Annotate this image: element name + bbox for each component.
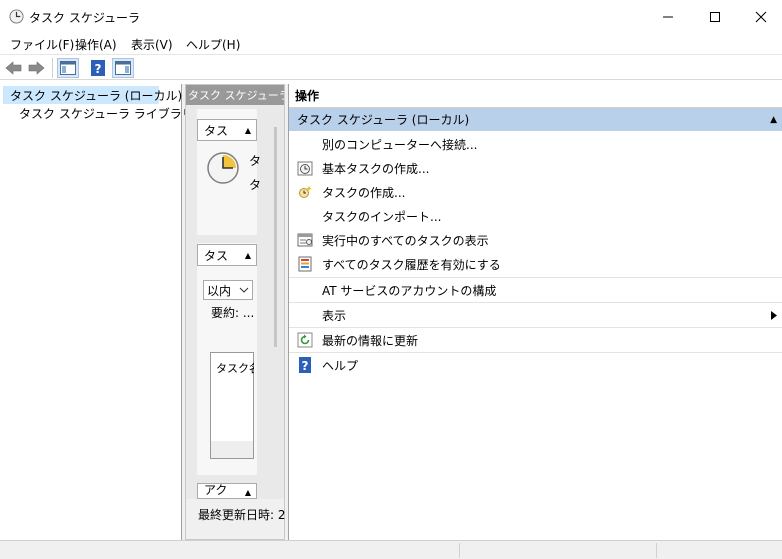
basic-task-icon	[297, 161, 313, 176]
forward-arrow-icon	[28, 61, 45, 75]
menu-action[interactable]: 操作(A)	[75, 36, 117, 53]
tree-item-local[interactable]: タスク スケジューラ (ローカル)	[3, 86, 182, 104]
action-configure-at-account[interactable]: AT サービスのアカウントの構成	[289, 278, 782, 302]
back-arrow-icon	[5, 61, 22, 75]
tree-item-label: タスク スケジューラ ライブラリ	[19, 106, 194, 121]
action-refresh[interactable]: 最新の情報に更新	[289, 328, 782, 352]
menu-help[interactable]: ヘルプ(H)	[186, 36, 240, 53]
action-label: すべてのタスク履歴を有効にする	[322, 257, 501, 272]
overview-text: タ	[249, 178, 262, 192]
period-dropdown[interactable]: 以内	[203, 280, 253, 300]
action-help[interactable]: ? ヘルプ	[289, 353, 782, 377]
action-label: 実行中のすべてのタスクの表示	[322, 233, 489, 248]
window-title: タスク スケジューラ	[29, 11, 140, 25]
action-label: 基本タスクの作成...	[322, 161, 430, 176]
action-create-basic-task[interactable]: 基本タスクの作成...	[289, 156, 782, 180]
task-name-column-header[interactable]: タスク名	[216, 360, 254, 376]
forward-button[interactable]	[26, 58, 46, 78]
section-label: アク	[204, 483, 228, 497]
last-updated: 最終更新日時: 2	[198, 508, 286, 522]
menu-bar: ファイル(F) 操作(A) 表示(V) ヘルプ(H)	[0, 33, 782, 54]
create-task-icon	[299, 186, 312, 198]
action-enable-history[interactable]: すべてのタスク履歴を有効にする	[289, 252, 782, 276]
tree-item-label: タスク スケジューラ (ローカル)	[10, 88, 183, 103]
svg-text:?: ?	[95, 62, 102, 76]
submenu-arrow-icon	[771, 311, 777, 320]
action-label: タスクの作成...	[322, 185, 406, 200]
section-label: タス	[204, 248, 229, 263]
minimize-button[interactable]	[645, 0, 691, 33]
title-bar: タスク スケジューラ	[0, 0, 782, 33]
show-hide-console-tree-button[interactable]	[57, 58, 79, 78]
chevron-down-icon	[239, 287, 249, 293]
running-tasks-icon	[297, 233, 313, 247]
svg-text:?: ?	[302, 359, 309, 373]
action-display-running-tasks[interactable]: 実行中のすべてのタスクの表示	[289, 228, 782, 252]
minimize-icon	[663, 16, 673, 17]
toolbar-separator	[52, 58, 53, 78]
scrollbar-thumb[interactable]	[274, 127, 277, 347]
action-label: 表示	[322, 308, 347, 323]
actions-group-header[interactable]: タスク スケジューラ (ローカル) ▲	[289, 108, 782, 131]
menu-file[interactable]: ファイル(F)	[10, 36, 74, 53]
collapse-icon[interactable]: ▲	[770, 115, 777, 125]
collapse-icon: ▲	[244, 488, 251, 497]
action-view[interactable]: 表示	[289, 303, 782, 327]
middle-pane: タスク スケジューラの タス ▲ タ タ タス ▲ 以内 要約: ... タスク…	[185, 84, 286, 540]
toolbar: ?	[0, 54, 782, 80]
status-divider	[459, 543, 460, 558]
show-hide-action-pane-button[interactable]	[112, 58, 134, 78]
help-icon: ?	[299, 357, 311, 373]
refresh-icon	[297, 332, 313, 348]
collapse-icon: ▲	[244, 250, 251, 260]
task-list[interactable]: タスク名	[210, 352, 254, 459]
actions-pane: 操作 タスク スケジューラ (ローカル) ▲ 別のコンピューターへ接続... 基…	[288, 84, 782, 540]
overview-section-toggle[interactable]: タス ▲	[197, 119, 257, 141]
collapse-icon: ▲	[244, 125, 251, 135]
middle-pane-header: タスク スケジューラの	[186, 85, 284, 105]
actions-header: 操作	[289, 84, 782, 108]
close-icon	[755, 11, 767, 22]
status-section-toggle[interactable]: タス ▲	[197, 244, 257, 266]
active-tasks-section-toggle[interactable]: アク ▲	[197, 483, 257, 499]
task-list-scrollbar[interactable]	[211, 441, 253, 458]
app-clock-icon	[9, 9, 24, 24]
action-connect[interactable]: 別のコンピューターへ接続...	[289, 132, 782, 156]
action-label: 別のコンピューターへ接続...	[322, 137, 478, 152]
help-icon: ?	[91, 60, 105, 76]
action-import-task[interactable]: タスクのインポート...	[289, 204, 782, 228]
action-label: タスクのインポート...	[322, 209, 442, 224]
close-button[interactable]	[738, 0, 782, 33]
action-label: ヘルプ	[322, 358, 359, 373]
action-pane-icon	[115, 61, 131, 75]
console-tree-icon	[60, 61, 76, 75]
maximize-icon	[710, 11, 720, 22]
footer: 最終更新日時: 2	[186, 499, 286, 539]
action-create-task[interactable]: タスクの作成...	[289, 180, 782, 204]
action-label: AT サービスのアカウントの構成	[322, 283, 497, 298]
history-icon	[298, 256, 312, 272]
tree-item-library[interactable]: タスク スケジューラ ライブラリ	[9, 104, 194, 122]
maximize-button[interactable]	[692, 0, 738, 33]
summary-label: 要約: ...	[211, 306, 255, 320]
console-tree: タスク スケジューラ (ローカル) タスク スケジューラ ライブラリ	[0, 84, 194, 540]
status-divider	[656, 543, 657, 558]
large-clock-icon	[207, 152, 239, 184]
dropdown-value: 以内	[207, 283, 232, 298]
menu-view[interactable]: 表示(V)	[131, 36, 173, 53]
action-label: 最新の情報に更新	[322, 333, 419, 348]
status-bar	[0, 540, 782, 559]
overview-text: タ	[249, 154, 262, 168]
help-toolbar-button[interactable]: ?	[89, 58, 107, 78]
back-button[interactable]	[4, 58, 24, 78]
group-label: タスク スケジューラ (ローカル)	[297, 113, 470, 127]
section-label: タス	[204, 123, 229, 138]
